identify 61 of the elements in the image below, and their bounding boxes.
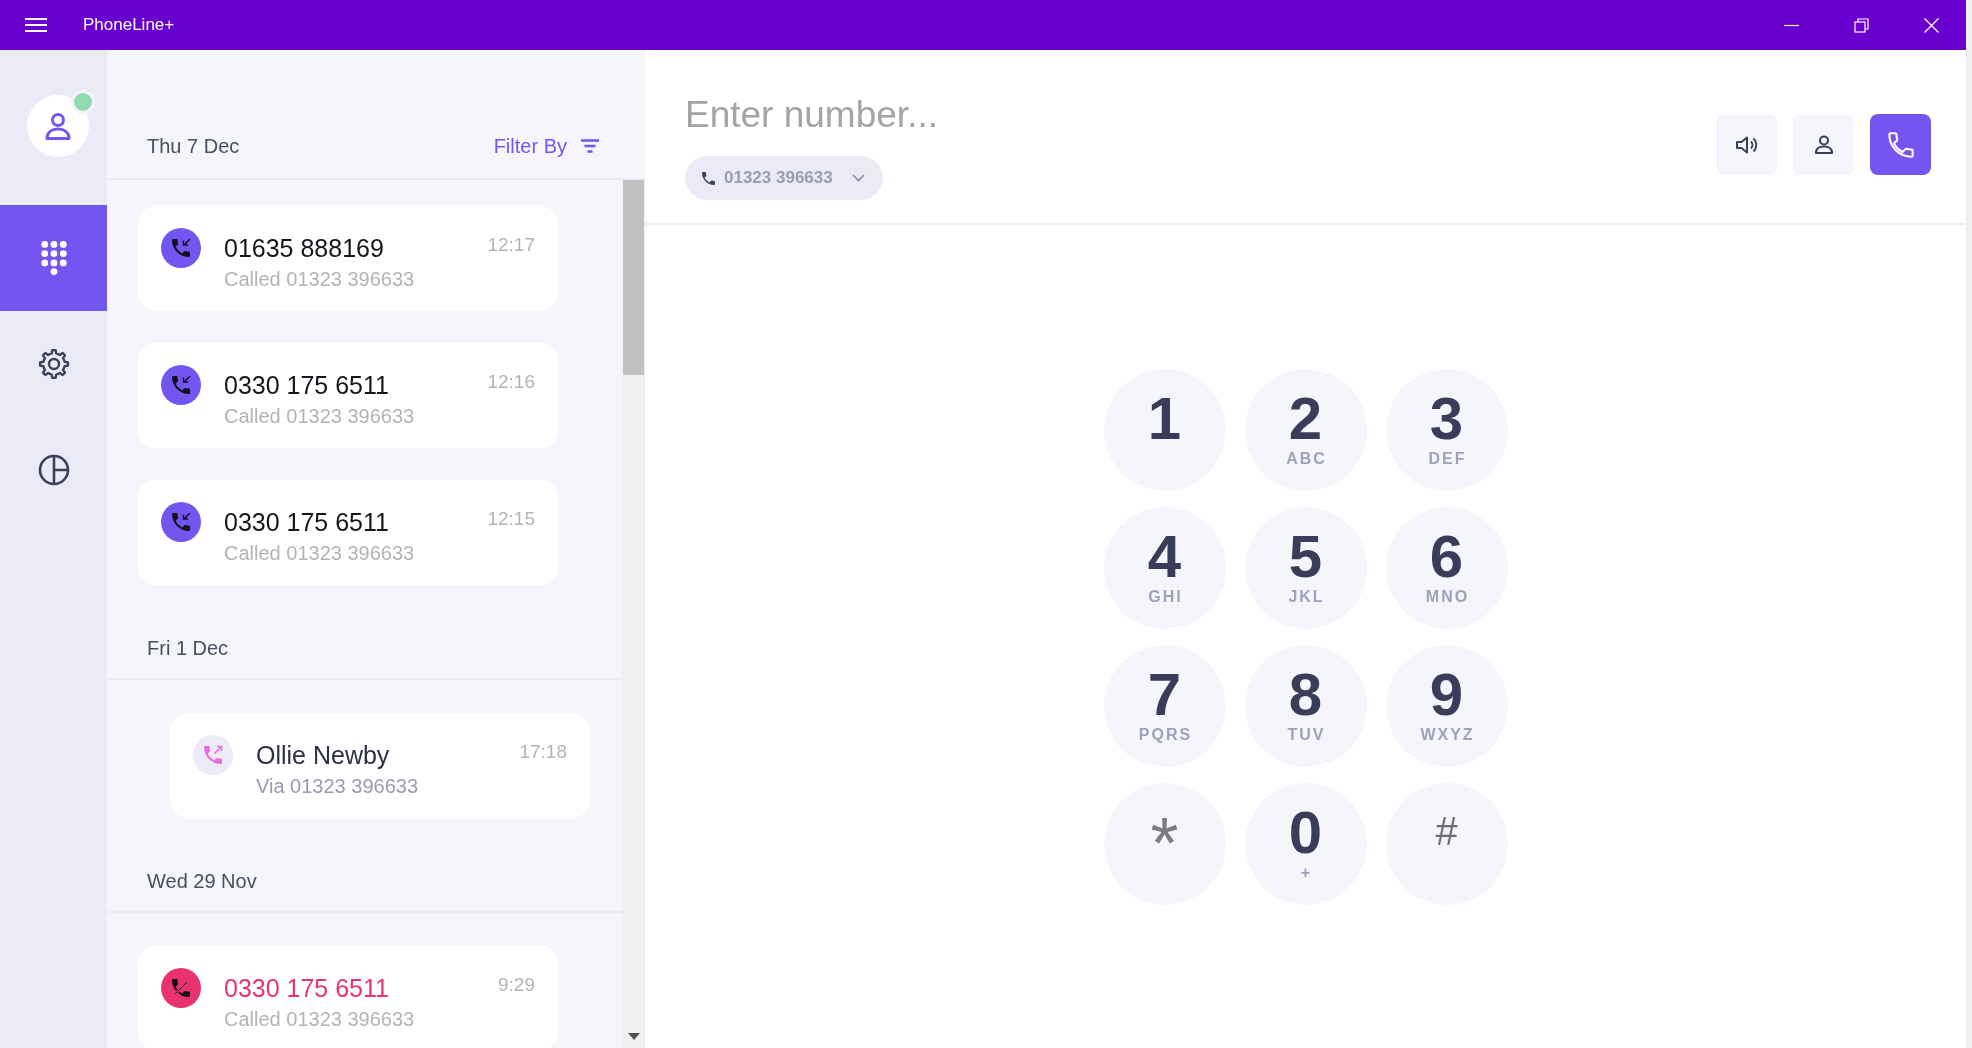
dial-key[interactable]: 7 PQRS <box>1103 644 1226 767</box>
phone-icon <box>1887 131 1914 158</box>
call-card[interactable]: Ollie Newby Via 01323 396633 17:18 <box>170 713 590 818</box>
caller-name: 01635 888169 <box>224 233 384 263</box>
call-time: 12:16 <box>487 371 535 393</box>
pie-chart-icon <box>37 454 70 486</box>
incoming-call-icon <box>161 502 201 542</box>
call-time: 12:17 <box>487 234 535 256</box>
contact-button[interactable] <box>1793 114 1854 175</box>
dial-key[interactable]: 8 TUV <box>1244 644 1367 767</box>
call-detail: Called 01323 396633 <box>224 541 415 565</box>
call-time: 12:15 <box>487 508 535 530</box>
window-title: PhoneLine+ <box>83 15 175 35</box>
call-time: 17:18 <box>519 741 567 763</box>
call-card[interactable]: 0330 175 6511 Called 01323 396633 12:15 <box>138 480 558 585</box>
dial-key[interactable]: 3 DEF <box>1385 368 1508 491</box>
call-detail: Called 01323 396633 <box>224 404 415 428</box>
number-input[interactable]: Enter number... <box>685 90 1125 140</box>
scrollbar[interactable] <box>622 180 645 1048</box>
incoming-call-icon <box>161 365 201 405</box>
call-time: 9:29 <box>498 974 535 996</box>
call-card[interactable]: 01635 888169 Called 01323 396633 12:17 <box>138 206 558 311</box>
scroll-down-icon[interactable] <box>627 1033 640 1040</box>
date-heading: Fri 1 Dec <box>147 637 229 659</box>
menu-icon[interactable] <box>25 17 47 33</box>
scrollbar-thumb[interactable] <box>623 180 644 375</box>
dial-key[interactable]: * <box>1103 782 1226 905</box>
call-button[interactable] <box>1870 114 1931 175</box>
call-detail: Called 01323 396633 <box>224 1007 415 1031</box>
outgoing-call-icon <box>193 735 233 775</box>
caret-icon <box>851 174 865 182</box>
dial-key[interactable]: 6 MNO <box>1385 506 1508 629</box>
close-icon[interactable] <box>1923 17 1939 33</box>
dial-key[interactable]: 4 GHI <box>1103 506 1226 629</box>
call-card[interactable]: 0330 175 6511 Called 01323 396633 9:29 <box>138 946 558 1048</box>
caller-name: 0330 175 6511 <box>224 973 389 1003</box>
missed-call-icon <box>161 968 201 1008</box>
phone-icon <box>702 171 715 185</box>
incoming-call-icon <box>161 228 201 268</box>
filter-button[interactable]: Filter By <box>493 134 599 158</box>
dial-key[interactable]: 2 ABC <box>1244 368 1367 491</box>
dial-key[interactable]: 1 <box>1103 368 1226 491</box>
gear-icon <box>37 348 70 380</box>
speaker-button[interactable] <box>1716 114 1777 175</box>
dial-key[interactable]: 5 JKL <box>1244 506 1367 629</box>
dial-key[interactable]: 0 + <box>1244 782 1367 905</box>
dialpad-icon <box>40 241 67 275</box>
caller-name: Ollie Newby <box>256 740 390 770</box>
dial-key[interactable]: 9 WXYZ <box>1385 644 1508 767</box>
call-detail: Called 01323 396633 <box>224 267 415 291</box>
person-icon <box>44 112 71 140</box>
call-card[interactable]: 0330 175 6511 Called 01323 396633 12:16 <box>138 343 558 448</box>
date-heading: Thu 7 Dec <box>147 134 240 158</box>
date-heading: Wed 29 Nov <box>147 870 257 892</box>
call-detail: Via 01323 396633 <box>256 774 418 798</box>
filter-icon <box>581 139 599 153</box>
caller-name: 0330 175 6511 <box>224 507 389 537</box>
dial-key[interactable]: # <box>1385 782 1508 905</box>
nav-item[interactable] <box>0 205 107 311</box>
restore-icon[interactable] <box>1853 17 1869 33</box>
caller-name: 0330 175 6511 <box>224 370 389 400</box>
